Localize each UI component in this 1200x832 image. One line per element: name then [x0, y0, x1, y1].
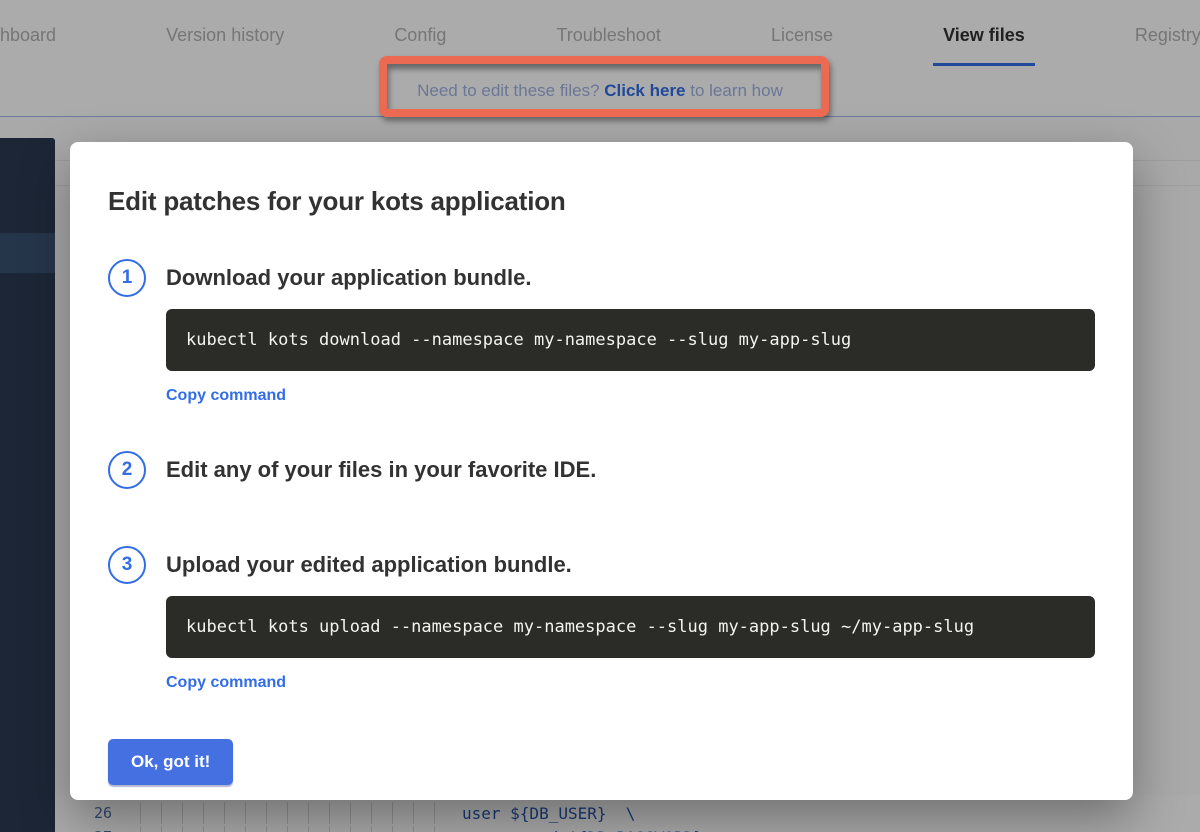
- step-2-label: Edit any of your files in your favorite …: [166, 457, 596, 483]
- copy-download-command-link[interactable]: Copy command: [166, 387, 286, 405]
- app-window: Dashboard Version history Config Trouble…: [0, 0, 1200, 832]
- download-command-block: kubectl kots download --namespace my-nam…: [166, 309, 1095, 371]
- step-1: 1 Download your application bundle. kube…: [108, 259, 1095, 405]
- step-3: 3 Upload your edited application bundle.…: [108, 546, 1095, 692]
- modal-title: Edit patches for your kots application: [108, 186, 1095, 217]
- step-1-number-badge: 1: [108, 259, 146, 297]
- step-1-label: Download your application bundle.: [166, 265, 531, 291]
- upload-command-block: kubectl kots upload --namespace my-names…: [166, 596, 1095, 658]
- step-3-label: Upload your edited application bundle.: [166, 552, 572, 578]
- step-2-number-badge: 2: [108, 451, 146, 489]
- ok-got-it-button[interactable]: Ok, got it!: [108, 739, 233, 785]
- copy-upload-command-link[interactable]: Copy command: [166, 674, 286, 692]
- edit-patches-modal: Edit patches for your kots application 1…: [70, 142, 1133, 800]
- step-2: 2 Edit any of your files in your favorit…: [108, 451, 1095, 489]
- step-3-number-badge: 3: [108, 546, 146, 584]
